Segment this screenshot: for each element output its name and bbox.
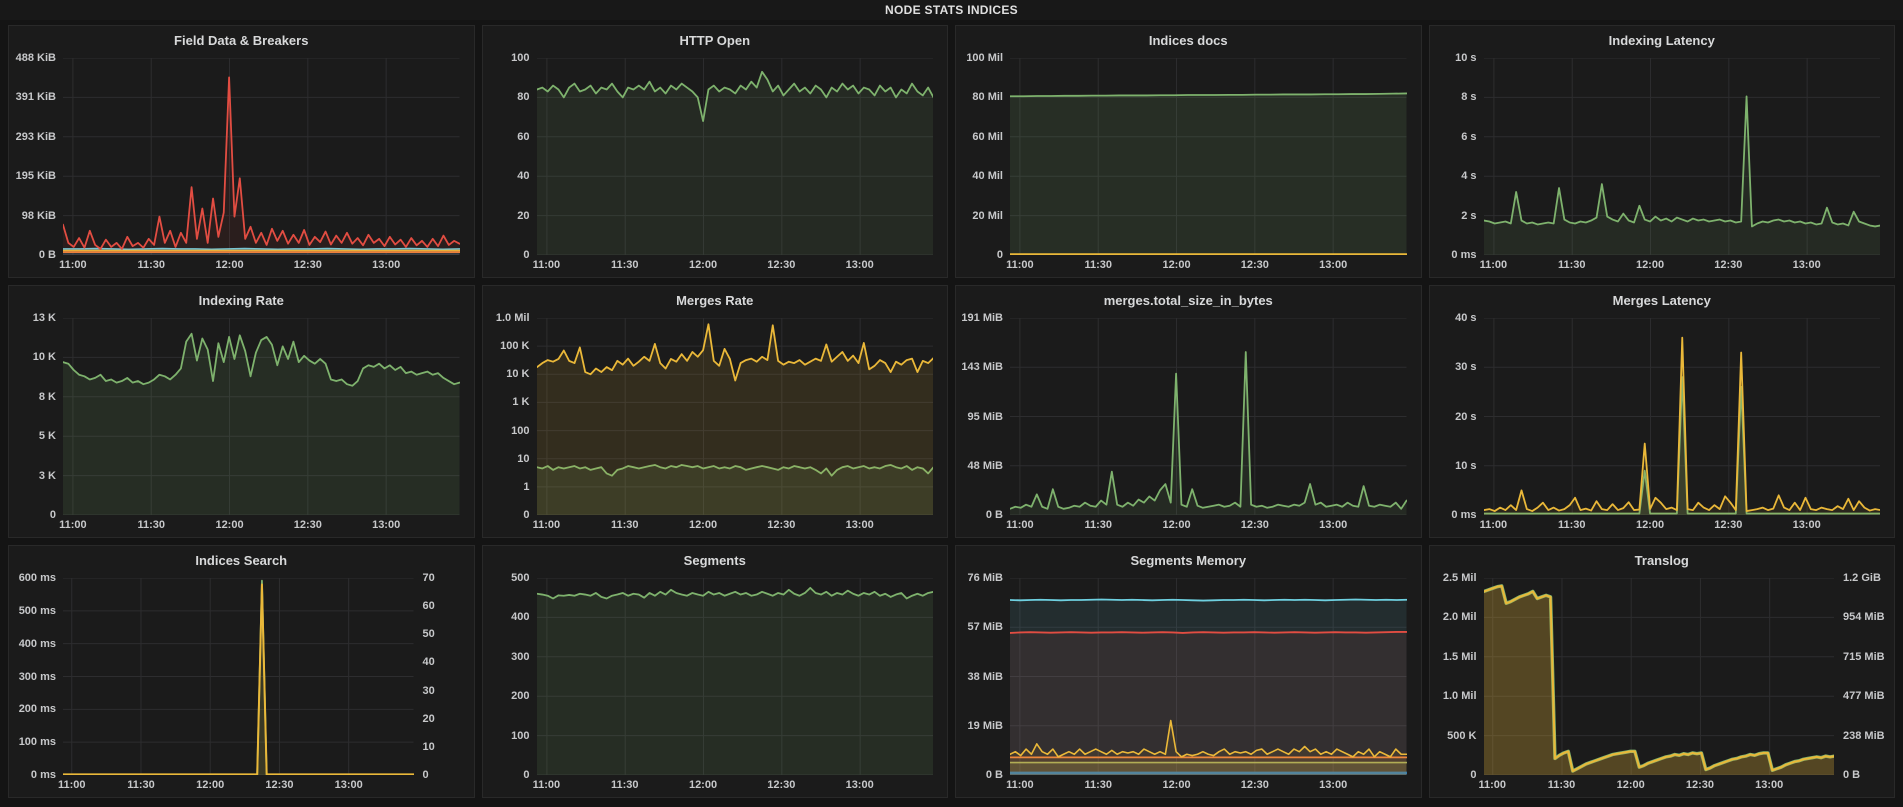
panel-indexing-rate: Indexing Rate 13 K 10 K8 K5 K3 K0 11:00 11… [8,285,475,538]
y-axis-left: 13 K 10 K8 K5 K3 K0 [32,312,56,521]
panel-title[interactable]: Merges Rate [483,286,948,310]
y-axis-right [1407,318,1419,515]
x-axis: 11:00 11:30 12:00 12:30 13:00 [532,779,874,791]
y-axis-right [933,58,945,255]
y-axis-right [1880,318,1892,515]
plot-area[interactable] [1483,58,1880,255]
plot-area[interactable] [536,58,933,255]
x-axis: 11:00 11:30 12:00 12:30 13:00 [1479,519,1821,531]
panel-title[interactable]: Indexing Rate [9,286,474,310]
x-axis: 11:00 11:30 12:00 12:30 13:00 [1479,259,1821,271]
plot-area[interactable] [1010,318,1407,515]
chart: 488 KiB 391 KiB 293 KiB 195 KiB 98 KiB 0 B 11… [11,52,472,275]
panel-merges-latency: Merges Latency 40 s 30 s 20 s 10 s0 ms 11:0… [1428,285,1895,538]
y-axis-right: 1.2 GiB 954 MiB 715 MiB 477 MiB 238 MiB 0 B [1843,572,1885,781]
y-axis-right [460,318,472,515]
panel-title[interactable]: Indices Search [9,546,474,570]
chart: 2.5 Mil 2.0 Mil 1.5 Mil 1.0 Mil 500 K0 1.2 G… [1432,572,1893,795]
panel-title[interactable]: Segments [483,546,948,570]
plot-area[interactable] [63,578,414,775]
y-axis-left: 100 80 60 40 20 0 [511,52,530,261]
chart-svg [536,58,933,255]
y-axis-right [933,578,945,775]
x-axis: 11:00 11:30 12:00 12:30 13:00 [1006,259,1348,271]
chart-svg [1483,318,1880,515]
y-axis-left: 191 MiB 143 MiB 95 MiB 48 MiB 0 B [961,312,1003,521]
panel-segments: Segments 500 400 300 200 100 0 11:00 11:30 12:0… [481,545,948,798]
panel-indices-search: Indices Search 600 ms 500 ms 400 ms 300 ms 2… [8,545,475,798]
panel-field-data-breakers: Field Data & Breakers 488 KiB 391 KiB 293 … [8,25,475,278]
x-axis: 11:00 11:30 12:00 12:30 13:00 [59,259,401,271]
y-axis-right [933,318,945,515]
x-axis: 11:00 11:30 12:00 12:30 13:00 [57,779,363,791]
panel-title[interactable]: Indexing Latency [1430,26,1895,50]
plot-area[interactable] [1483,318,1880,515]
y-axis-right [1407,578,1419,775]
chart-svg [1483,58,1880,255]
panel-translog: Translog 2.5 Mil 2.0 Mil 1.5 Mil 1.0 Mil 500… [1428,545,1895,798]
chart-svg [536,578,933,775]
y-axis-right [1880,58,1892,255]
y-axis-right [460,58,472,255]
y-axis-left: 40 s 30 s 20 s 10 s0 ms [1451,312,1477,521]
chart: 13 K 10 K8 K5 K3 K0 11:00 11:30 12:00 12:30 1… [11,312,472,535]
x-axis: 11:00 11:30 12:00 12:30 13:00 [1478,779,1784,791]
panel-merges-total-size: merges.total_size_in_bytes 191 MiB 143 Mi… [955,285,1422,538]
plot-area[interactable] [1483,578,1834,775]
chart: 1.0 Mil 100 K 10 K1 K 100 10 1 0 11:00 11:30 12:… [485,312,946,535]
y-axis-left: 2.5 Mil 2.0 Mil 1.5 Mil 1.0 Mil 500 K0 [1442,572,1477,781]
chart: 191 MiB 143 MiB 95 MiB 48 MiB 0 B 11:00 11:30… [958,312,1419,535]
panel-title[interactable]: Translog [1430,546,1895,570]
chart-svg [1010,318,1407,515]
plot-area[interactable] [536,578,933,775]
chart: 40 s 30 s 20 s 10 s0 ms 11:00 11:30 12:00 12:3… [1432,312,1893,535]
chart-svg [536,318,933,515]
y-axis-right [1407,58,1419,255]
panel-merges-rate: Merges Rate 1.0 Mil 100 K 10 K1 K 100 10 1 0 1… [481,285,948,538]
chart-svg [63,58,460,255]
x-axis: 11:00 11:30 12:00 12:30 13:00 [1006,519,1348,531]
panel-indices-docs: Indices docs 100 Mil 80 Mil 60 Mil 40 Mil 20… [955,25,1422,278]
chart: 100 80 60 40 20 0 11:00 11:30 12:00 12:30 13:00 [485,52,946,275]
y-axis-left: 500 400 300 200 100 0 [511,572,530,781]
chart: 500 400 300 200 100 0 11:00 11:30 12:00 12:30 13:… [485,572,946,795]
x-axis: 11:00 11:30 12:00 12:30 13:00 [532,259,874,271]
plot-area[interactable] [63,318,460,515]
y-axis-left: 488 KiB 391 KiB 293 KiB 195 KiB 98 KiB 0 B [15,52,56,261]
chart-svg [1483,578,1834,775]
chart-svg [1010,578,1407,775]
panel-title[interactable]: merges.total_size_in_bytes [956,286,1421,310]
panel-title[interactable]: HTTP Open [483,26,948,50]
x-axis: 11:00 11:30 12:00 12:30 13:00 [59,519,401,531]
panel-title[interactable]: Merges Latency [1430,286,1895,310]
y-axis-right: 70 60 50 40 30 20 10 0 [422,572,435,781]
panel-indexing-latency: Indexing Latency 10 s8 s6 s4 s2 s0 ms 11… [1428,25,1895,278]
dashboard-title-bar: NODE STATS INDICES [0,0,1903,20]
panel-title[interactable]: Indices docs [956,26,1421,50]
y-axis-left: 100 Mil 80 Mil 60 Mil 40 Mil 20 Mil 0 [966,52,1003,261]
chart-svg [1010,58,1407,255]
chart: 10 s8 s6 s4 s2 s0 ms 11:00 11:30 12:00 12:3… [1432,52,1893,275]
x-axis: 11:00 11:30 12:00 12:30 13:00 [1006,779,1348,791]
y-axis-left: 600 ms 500 ms 400 ms 300 ms 200 ms 100 ms 0 ms [18,572,56,781]
panel-segments-memory: Segments Memory 76 MiB 57 MiB 38 MiB 19 MiB… [955,545,1422,798]
panel-title[interactable]: Segments Memory [956,546,1421,570]
dashboard-title: NODE STATS INDICES [885,3,1018,17]
plot-area[interactable] [1010,578,1407,775]
panel-title[interactable]: Field Data & Breakers [9,26,474,50]
plot-area[interactable] [63,58,460,255]
y-axis-left: 76 MiB 57 MiB 38 MiB 19 MiB 0 B [967,572,1003,781]
y-axis-left: 1.0 Mil 100 K 10 K1 K 100 10 1 0 [495,312,530,521]
chart-svg [63,578,414,775]
chart: 100 Mil 80 Mil 60 Mil 40 Mil 20 Mil 0 11:00 11… [958,52,1419,275]
plot-area[interactable] [536,318,933,515]
chart: 76 MiB 57 MiB 38 MiB 19 MiB 0 B 11:00 11:30 12… [958,572,1419,795]
plot-area[interactable] [1010,58,1407,255]
x-axis: 11:00 11:30 12:00 12:30 13:00 [532,519,874,531]
dashboard-grid: Field Data & Breakers 488 KiB 391 KiB 293 … [0,20,1903,806]
chart: 600 ms 500 ms 400 ms 300 ms 200 ms 100 ms 0 ms… [11,572,472,795]
chart-svg [63,318,460,515]
panel-http-open: HTTP Open 100 80 60 40 20 0 11:00 11:30 12:00 12… [481,25,948,278]
y-axis-left: 10 s8 s6 s4 s2 s0 ms [1451,52,1477,261]
